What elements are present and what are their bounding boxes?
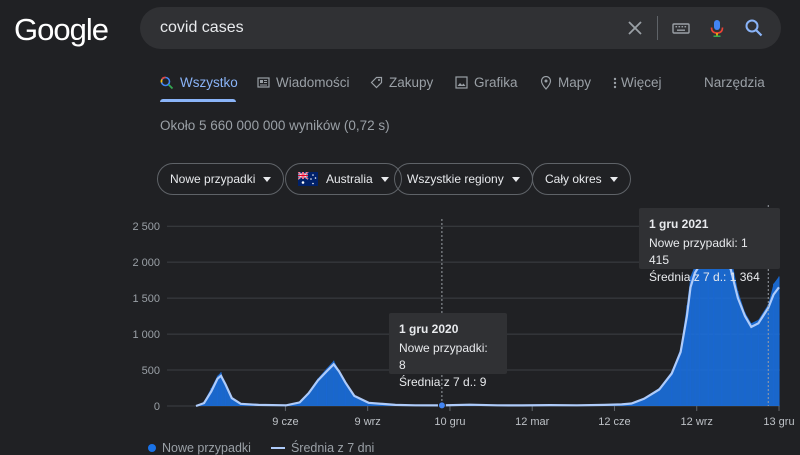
x-tick-label: 10 gru — [434, 416, 465, 428]
image-icon — [455, 76, 468, 89]
x-tick-label: 12 cze — [598, 416, 630, 428]
x-tick-label: 13 gru — [763, 416, 794, 428]
tab-label: Wiadomości — [276, 75, 350, 90]
tab-all[interactable]: Wszystko — [160, 75, 238, 90]
clear-icon[interactable] — [625, 18, 645, 38]
y-tick-label: 1 500 — [132, 293, 160, 305]
region-filter-label: Wszystkie regiony — [407, 172, 504, 186]
legend-new-cases: Nowe przypadki — [162, 441, 251, 455]
tooltip-average: Średnia z 7 d.: 1 364 — [649, 270, 760, 284]
metric-filter[interactable]: Nowe przypadki — [157, 163, 285, 195]
tab-label: Mapy — [558, 75, 592, 90]
map-pin-icon — [540, 75, 552, 90]
x-tick-label: 12 mar — [515, 416, 550, 428]
tag-icon — [370, 76, 383, 89]
microphone-icon[interactable] — [707, 18, 727, 38]
tab-label: Więcej — [621, 75, 662, 90]
y-tick-label: 2 000 — [132, 257, 160, 269]
y-tick-label: 1 000 — [132, 329, 160, 341]
legend-average: Średnia z 7 dni — [290, 441, 375, 455]
tooltip-average: Średnia z 7 d.: 9 — [399, 375, 487, 389]
tools-button[interactable]: Narzędzia — [704, 75, 765, 90]
tab-news[interactable]: Wiadomości — [257, 75, 350, 90]
tab-label: Wszystko — [180, 75, 238, 90]
metric-filter-label: Nowe przypadki — [170, 172, 256, 186]
legend-swatch-average — [270, 447, 285, 449]
search-input[interactable] — [160, 17, 600, 39]
caret-down-icon — [511, 176, 520, 182]
tab-images[interactable]: Grafika — [455, 75, 518, 90]
period-filter-label: Cały okres — [545, 172, 602, 186]
tab-maps[interactable]: Mapy — [540, 75, 591, 90]
legend-swatch-new-cases — [148, 444, 156, 452]
tooltip-2020: 1 gru 2020 Nowe przypadki: 8 Średnia z 7… — [389, 313, 507, 389]
country-filter-label: Australia — [326, 172, 373, 186]
tab-label: Grafika — [474, 75, 518, 90]
region-filter[interactable]: Wszystkie regiony — [394, 163, 533, 195]
tooltip-new-cases: Nowe przypadki: 8 — [399, 341, 488, 372]
google-logo[interactable]: Google — [14, 12, 109, 48]
caret-down-icon — [609, 176, 618, 182]
caret-down-icon — [263, 176, 272, 182]
australia-flag-icon — [298, 172, 318, 186]
tooltip-date: 1 gru 2021 — [649, 217, 709, 231]
tooltip-new-cases: Nowe przypadki: 1 415 — [649, 236, 748, 267]
search-box — [140, 7, 781, 49]
chart-legend: Nowe przypadki Średnia z 7 dni — [148, 441, 374, 455]
active-tab-indicator — [160, 99, 236, 102]
tab-more[interactable]: Więcej — [613, 75, 662, 90]
tab-label: Zakupy — [389, 75, 434, 90]
news-icon — [257, 77, 270, 88]
search-icon — [160, 76, 174, 89]
hover-point-2020 — [437, 401, 446, 410]
x-tick-label: 12 wrz — [681, 416, 713, 428]
search-divider — [657, 16, 658, 40]
more-vert-icon — [613, 77, 617, 88]
search-icon[interactable] — [744, 18, 764, 38]
y-tick-label: 0 — [154, 401, 160, 413]
caret-down-icon — [380, 176, 389, 182]
tab-shopping[interactable]: Zakupy — [370, 75, 433, 90]
x-tick-label: 9 cze — [272, 416, 298, 428]
x-tick-label: 9 wrz — [355, 416, 381, 428]
keyboard-icon[interactable] — [671, 18, 691, 38]
period-filter[interactable]: Cały okres — [532, 163, 631, 195]
y-tick-label: 2 500 — [132, 221, 160, 233]
result-stats: Około 5 660 000 000 wyników (0,72 s) — [160, 118, 390, 133]
tooltip-date: 1 gru 2020 — [399, 322, 459, 336]
tooltip-2021: 1 gru 2021 Nowe przypadki: 1 415 Średnia… — [639, 208, 780, 284]
country-filter[interactable]: Australia — [285, 163, 402, 195]
y-tick-label: 500 — [142, 365, 160, 377]
